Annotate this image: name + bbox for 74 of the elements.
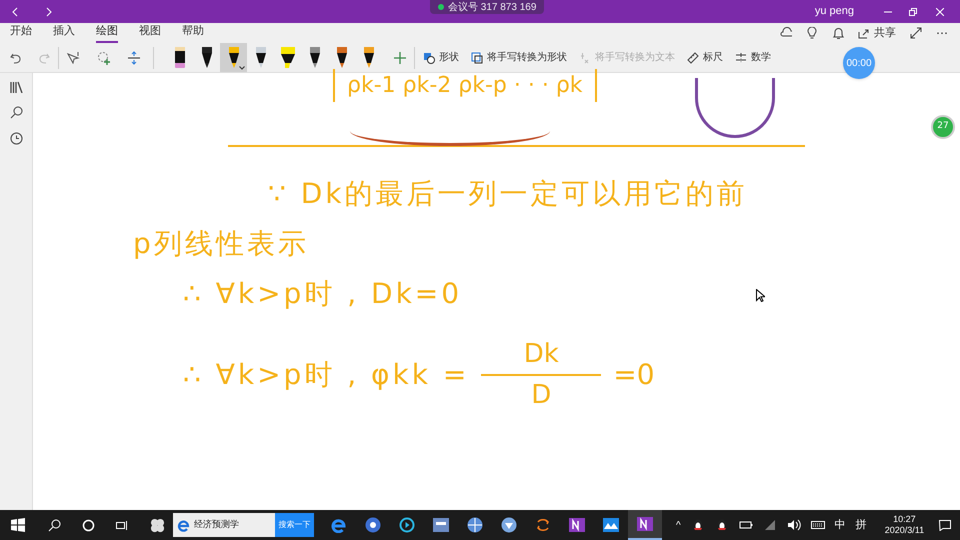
side-badge: 27 (931, 115, 955, 139)
handwritten-text: ∵ Dk的最后一列一定可以用它的前 (268, 176, 748, 212)
restore-icon[interactable] (909, 8, 917, 16)
notification-icon[interactable] (939, 520, 952, 530)
lightbulb-icon[interactable] (806, 27, 818, 39)
handwritten-denominator: D (531, 379, 552, 412)
task-view-icon[interactable] (116, 520, 128, 530)
search-field[interactable]: 经济预测学 (173, 513, 275, 537)
onenote-icon (569, 517, 585, 533)
clock-icon[interactable] (10, 132, 22, 145)
add-pen-icon[interactable] (394, 52, 406, 64)
share-icon (858, 27, 870, 39)
clock-date[interactable]: 2020/3/11 (884, 525, 924, 536)
shape-button[interactable]: 形状 (423, 50, 459, 65)
input-method-indicator[interactable]: 拼 (856, 516, 867, 534)
pen-tool[interactable] (220, 43, 247, 72)
handwritten-text: =0 (613, 357, 655, 393)
taskbar-app-button[interactable] (628, 510, 662, 540)
cortana-circle-icon[interactable] (82, 518, 95, 532)
meeting-id: 会议号 317 873 169 (448, 0, 536, 14)
ruler-icon (687, 52, 699, 64)
undo-icon[interactable] (10, 52, 22, 64)
back-icon[interactable] (12, 6, 18, 16)
add-space-lasso-icon[interactable] (97, 50, 111, 64)
round-app-icon[interactable] (365, 517, 381, 533)
more-button[interactable]: ⋯ (936, 24, 948, 42)
fan-icon[interactable] (150, 518, 165, 532)
math-icon (735, 52, 747, 64)
close-icon[interactable] (936, 8, 944, 16)
caret-icon[interactable] (239, 66, 245, 70)
keyboard-icon[interactable] (810, 518, 825, 532)
ruler-button[interactable]: 标尺 (687, 50, 723, 65)
clock-time[interactable]: 10:27 (893, 514, 916, 525)
show-hidden-icons-button[interactable]: ^ (676, 518, 681, 532)
window-app-icon[interactable] (433, 517, 449, 533)
search-icon[interactable] (48, 518, 61, 532)
input-method-indicator[interactable]: 中 (834, 516, 846, 534)
ink-to-shape-icon (471, 52, 483, 64)
play-circle-icon[interactable] (399, 517, 415, 533)
onenote-icon (637, 516, 653, 532)
math-button[interactable]: 数学 (735, 50, 771, 65)
search-icon[interactable] (10, 106, 22, 119)
timer-badge: 00:00 (843, 47, 875, 79)
ribbon-tab[interactable]: 帮助 (182, 23, 204, 43)
edge-browser-icon[interactable] (331, 517, 347, 533)
ink-to-shape-button[interactable]: 将手写转换为形状 (471, 50, 567, 65)
swap-arrows-icon[interactable] (535, 517, 551, 533)
expand-icon[interactable] (910, 27, 922, 39)
handwritten-text: p列线性表示 (133, 226, 309, 262)
cloud-sync-icon[interactable] (780, 27, 792, 39)
speaker-icon[interactable] (786, 518, 801, 532)
forward-icon[interactable] (46, 6, 52, 16)
share-button[interactable]: 共享 (858, 24, 896, 42)
notebooks-icon[interactable] (10, 81, 22, 93)
ribbon-tab[interactable]: 开始 (10, 23, 32, 43)
user-name[interactable]: yu peng (814, 3, 854, 20)
mountains-app-icon[interactable] (603, 517, 619, 533)
ink-to-text-icon (579, 52, 591, 64)
mouse-cursor-icon (756, 289, 765, 302)
bell-icon[interactable] (832, 27, 844, 39)
lasso-select-icon[interactable] (67, 51, 81, 64)
handwritten-text: ρk-1 ρk-2 ρk-p · · · ρk (333, 69, 597, 102)
handwritten-numerator: Dk (524, 338, 559, 371)
shape-icon (423, 52, 435, 64)
signal-icon[interactable] (762, 518, 777, 532)
ribbon-tab[interactable]: 插入 (53, 23, 75, 43)
search-button[interactable]: 搜索一下 (275, 513, 314, 537)
search-query: 经济预测学 (194, 518, 239, 532)
windows-start-icon[interactable] (11, 518, 25, 532)
handwritten-text: ∴ ∀k>p时 , Dk=0 (183, 276, 462, 312)
insert-space-icon[interactable] (127, 50, 141, 64)
ie-logo-icon (177, 518, 190, 532)
handwritten-text: ∴ ∀k>p时 , φkk = (183, 357, 470, 393)
ribbon-tab[interactable]: 视图 (139, 23, 161, 43)
